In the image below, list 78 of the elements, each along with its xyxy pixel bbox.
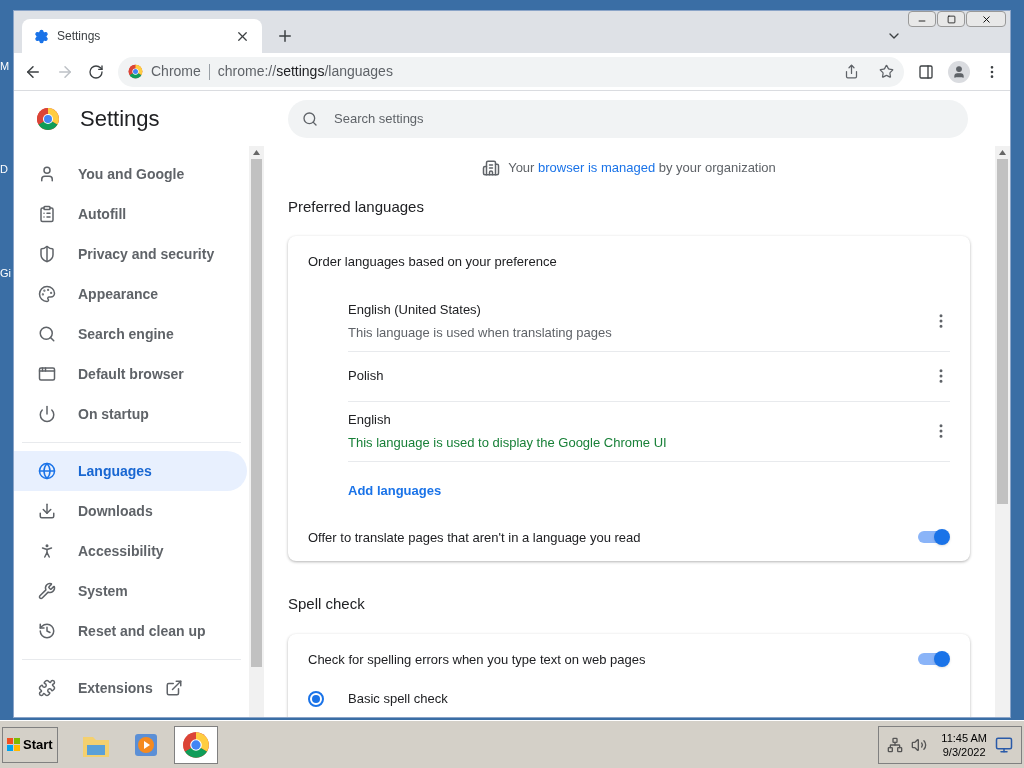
sidebar-item[interactable]: System: [14, 571, 247, 611]
page-title: Settings: [80, 105, 160, 133]
taskbar-app[interactable]: [173, 725, 218, 764]
sidebar-item[interactable]: Reset and clean up: [14, 611, 247, 651]
toggle-switch[interactable]: [918, 651, 950, 668]
building-icon: [482, 158, 501, 177]
sidebar-item[interactable]: Extensions: [14, 668, 249, 708]
language-note: This language is used to display the Google Chrome UI: [348, 434, 668, 452]
share-icon[interactable]: [844, 64, 859, 79]
managed-notice: Your browser is managed by your organization: [508, 159, 776, 177]
external-link-icon: [164, 679, 183, 697]
toggle-switch[interactable]: [918, 529, 950, 546]
sidebar-item[interactable]: Downloads: [14, 491, 247, 531]
search-icon: [302, 110, 318, 127]
clipboard-icon: [38, 205, 56, 223]
maximize-button[interactable]: [937, 11, 965, 27]
option-label: Basic spell check: [348, 690, 448, 708]
sidebar-item[interactable]: Autofill: [14, 194, 247, 234]
sidebar-item[interactable]: Accessibility: [14, 531, 247, 571]
person-icon: [38, 165, 56, 183]
browser-window-icon: [38, 365, 56, 383]
language-name: Polish: [348, 367, 385, 386]
sidebar-item[interactable]: Search engine: [14, 314, 247, 354]
scroll-up-arrow-icon: [999, 150, 1006, 155]
chrome-logo-icon: [181, 730, 210, 759]
browser-tab[interactable]: Settings: [22, 19, 262, 53]
sidebar-item[interactable]: Default browser: [14, 354, 247, 394]
managed-link[interactable]: browser is managed: [538, 160, 656, 175]
globe-icon: [38, 462, 56, 480]
desktop-label: M: [0, 59, 11, 74]
network-icon[interactable]: [887, 736, 904, 753]
history-icon: [38, 622, 56, 640]
clock-date: 9/3/2022: [942, 744, 986, 759]
minimize-button[interactable]: [908, 11, 936, 27]
gear-icon: [34, 28, 49, 44]
sidebar-item[interactable]: Privacy and security: [14, 234, 247, 274]
maximize-icon: [946, 14, 956, 24]
card-intro: Order languages based on your preference: [307, 253, 558, 271]
search-field[interactable]: Search settings: [288, 99, 968, 138]
sidebar-item[interactable]: Languages: [14, 451, 247, 491]
desktop-label: D: [0, 161, 9, 177]
start-button[interactable]: Start: [2, 726, 58, 763]
desktop-label: Gi: [0, 266, 12, 281]
volume-icon[interactable]: [911, 736, 928, 753]
windows-logo-icon: [7, 737, 21, 752]
language-name: English: [348, 410, 392, 429]
show-desktop-icon[interactable]: [995, 735, 1013, 754]
language-name: English (United States): [348, 300, 482, 319]
address-bar[interactable]: Chrome chrome://settings/languages: [118, 56, 904, 87]
setting-label: Check for spelling errors when you type text on web pages: [308, 650, 647, 669]
radio-button[interactable]: [308, 690, 324, 707]
close-icon: [980, 13, 992, 25]
scroll-up-arrow-icon: [253, 150, 260, 155]
search-icon: [38, 325, 56, 343]
add-languages-link[interactable]: Add languages: [348, 482, 442, 498]
download-icon: [38, 502, 56, 520]
palette-icon: [38, 285, 56, 303]
profile-avatar[interactable]: [948, 60, 970, 83]
scrollbar[interactable]: [249, 146, 264, 717]
wrench-icon: [38, 582, 56, 600]
sidebar-item[interactable]: You and Google: [14, 154, 247, 194]
clock-time: 11:45 AM: [941, 730, 987, 745]
side-panel-icon[interactable]: [918, 63, 934, 80]
shield-icon: [38, 245, 56, 263]
sidebar-item[interactable]: Appearance: [14, 274, 247, 314]
bookmark-star-icon[interactable]: [879, 64, 894, 79]
scrollbar[interactable]: [995, 146, 1010, 717]
chrome-logo-icon: [128, 64, 143, 79]
section-title: Preferred languages: [288, 196, 425, 217]
reload-icon[interactable]: [88, 63, 104, 80]
sidebar-item[interactable]: On startup: [14, 394, 247, 434]
section-title: Spell check: [288, 594, 366, 614]
puzzle-icon: [38, 679, 56, 697]
new-tab-icon[interactable]: [276, 27, 294, 45]
power-icon: [38, 405, 56, 423]
setting-label: Offer to translate pages that aren't in a language you read: [308, 528, 642, 547]
language-note: This language is used when translating pages: [348, 324, 613, 342]
chrome-logo-icon: [36, 106, 60, 131]
